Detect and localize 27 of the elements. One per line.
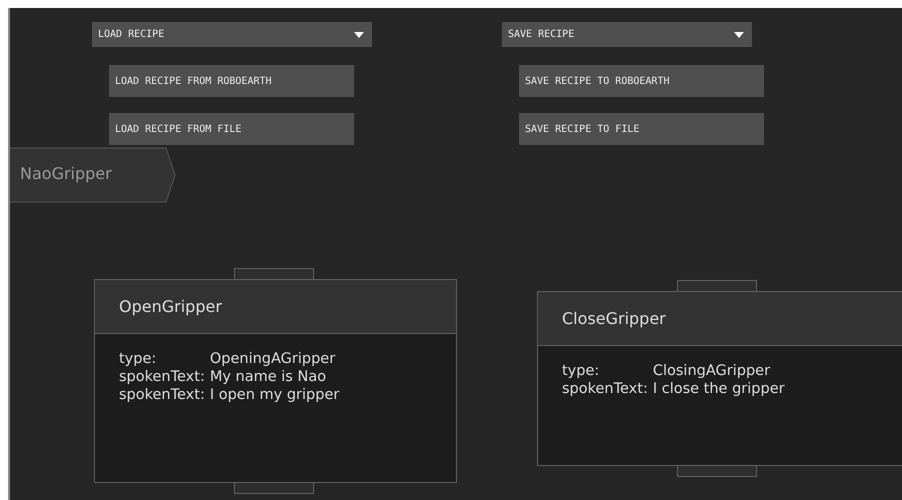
caret-icon — [734, 32, 744, 38]
output-port[interactable] — [677, 466, 757, 477]
property-key: spokenText: — [119, 368, 205, 386]
property-key: spokenText: — [562, 380, 648, 398]
node-title: OpenGripper — [119, 297, 222, 316]
node-title: CloseGripper — [562, 309, 666, 328]
property-key: spokenText: — [119, 386, 205, 404]
property-key: type: — [119, 350, 205, 368]
property-value: My name is Nao — [210, 368, 328, 386]
recipe-dropdown[interactable]: SAVE RECIPE — [502, 22, 752, 47]
property-value: I close the gripper — [652, 380, 785, 398]
input-port[interactable] — [677, 280, 757, 291]
node-card[interactable]: CloseGripper type: ClosingAGripper spokenText: I close the gripper — [537, 291, 902, 466]
caret-icon — [354, 32, 364, 38]
property-key: type: — [562, 362, 648, 380]
recipe-action-button[interactable]: SAVE RECIPE TO ROBOEARTH — [519, 65, 764, 97]
property-value: OpeningAGripper — [210, 350, 336, 368]
node-card[interactable]: OpenGripper type: OpeningAGripper spokenText: My name is Nao spokenText: I open my gripper — [94, 279, 457, 483]
breadcrumb-tab[interactable]: NaoGripper — [10, 147, 178, 203]
property-value: I open my gripper — [210, 386, 340, 404]
property-value: ClosingAGripper — [652, 362, 772, 380]
recipe-dropdown[interactable]: LOAD RECIPE — [92, 22, 372, 47]
input-port[interactable] — [234, 268, 314, 279]
recipe-action-button[interactable]: LOAD RECIPE FROM ROBOEARTH — [109, 65, 354, 97]
output-port[interactable] — [234, 483, 314, 494]
recipe-action-button[interactable]: SAVE RECIPE TO FILE — [519, 113, 764, 145]
recipe-action-button[interactable]: LOAD RECIPE FROM FILE — [109, 113, 354, 145]
